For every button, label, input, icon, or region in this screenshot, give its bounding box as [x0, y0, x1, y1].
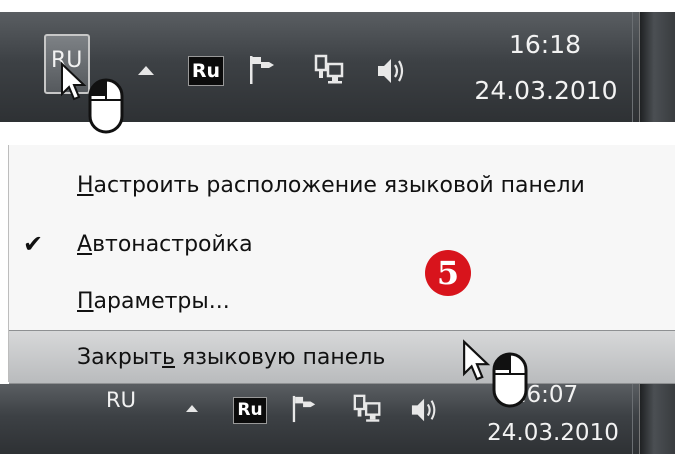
step-number-badge: 5 [425, 250, 471, 296]
network-icon[interactable] [352, 392, 384, 426]
menu-item-accelerator: ь [162, 345, 175, 370]
show-desktop-button[interactable] [632, 12, 675, 122]
keyboard-layout-badge[interactable]: Ru [188, 56, 224, 86]
volume-icon[interactable] [410, 396, 440, 424]
menu-item-accelerator: А [77, 232, 93, 257]
checkmark-icon: ✔ [23, 230, 44, 258]
show-desktop-button[interactable] [632, 384, 675, 454]
show-hidden-icons-arrow-icon[interactable] [138, 66, 154, 75]
network-icon[interactable] [313, 52, 347, 88]
volume-icon[interactable] [376, 56, 408, 86]
menu-item-autotune[interactable]: ✔ Автонастройка [9, 218, 675, 270]
clock-date[interactable]: 24.03.2010 [478, 420, 628, 446]
menu-item-text: языковую панель [175, 345, 386, 370]
menu-item-text: араметры... [93, 289, 230, 314]
keyboard-layout-badge[interactable]: Ru [233, 397, 267, 424]
mouse-pointer-icon [60, 62, 90, 102]
menu-item-close-language-bar[interactable]: Закрыть языковую панель [9, 330, 675, 384]
language-bar-context-menu: Настроить расположение языковой панели ✔… [8, 145, 675, 384]
clock-time[interactable]: 16:18 [470, 30, 620, 59]
menu-item-accelerator: Н [77, 173, 94, 198]
menu-item-settings[interactable]: Параметры... [9, 275, 675, 327]
menu-item-text: втонастройка [92, 232, 253, 257]
menu-item-adjust-position[interactable]: Настроить расположение языковой панели [9, 159, 675, 211]
flag-icon[interactable] [290, 394, 318, 424]
mouse-left-click-icon [492, 352, 528, 410]
taskbar-bottom: RU Ru 16:07 24.03.2010 [0, 384, 675, 454]
menu-item-text: астроить расположение языковой панели [93, 173, 585, 198]
show-hidden-icons-arrow-icon[interactable] [186, 405, 198, 412]
clock-date[interactable]: 24.03.2010 [456, 76, 636, 105]
menu-item-accelerator: П [77, 289, 94, 314]
mouse-left-click-icon [88, 78, 124, 136]
flag-icon[interactable] [247, 54, 277, 86]
menu-item-text: Закрыт [77, 345, 163, 370]
language-indicator-label[interactable]: RU [106, 388, 136, 412]
mouse-pointer-icon [462, 338, 494, 384]
